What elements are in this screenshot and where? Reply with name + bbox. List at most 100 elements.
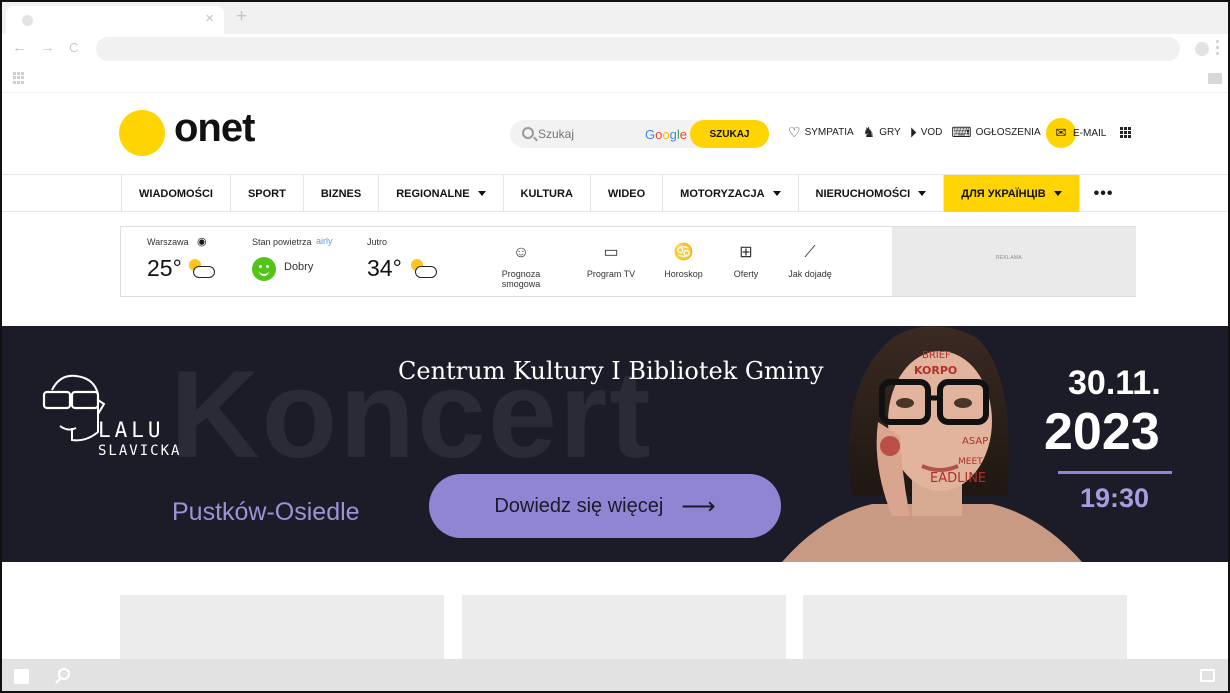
main-nav: WIADOMOŚCI SPORT BIZNES REGIONALNE KULTURA WI… — [2, 174, 1228, 212]
notification-icon[interactable] — [1200, 669, 1215, 682]
route-icon: ⟋ — [804, 244, 816, 261]
svg-text:KORPO: KORPO — [914, 364, 957, 377]
tool-smog[interactable]: ☺ Prognoza smogowa — [482, 243, 560, 289]
date-divider — [1058, 471, 1172, 474]
tool-jak-dojade[interactable]: ⟋ Jak dojadę — [785, 243, 835, 279]
vod-link[interactable]: ⏵ VOD — [910, 124, 943, 141]
profile-icon[interactable] — [1195, 42, 1209, 56]
nav-item[interactable]: SPORT — [231, 175, 304, 212]
chess-icon: ♞ — [862, 124, 876, 140]
ad-slot[interactable]: REKLAMA — [892, 227, 1136, 296]
sympatia-label: SYMPATIA — [804, 127, 854, 138]
folder-icon[interactable] — [1208, 73, 1222, 84]
nav-item[interactable]: ДЛЯ УКРАЇНЦІВ — [944, 175, 1080, 212]
nav-item-label: NIERUCHOMOŚCI — [815, 187, 911, 200]
caret-down-icon — [1053, 191, 1062, 196]
tool-horoskop[interactable]: ♋ Horoskop — [661, 243, 706, 279]
keyboard-icon: ⌨ — [951, 124, 972, 140]
concert-date-year: 2023 — [1044, 403, 1160, 461]
air-quality-status[interactable]: Dobry — [284, 261, 313, 273]
nav-item[interactable]: NIERUCHOMOŚCI — [799, 175, 945, 212]
search-input[interactable] — [538, 120, 638, 148]
tv-icon: ▭ — [603, 244, 619, 261]
learn-more-button[interactable]: Dowiedz się więcej ⟶ — [429, 474, 781, 538]
concert-time: 19:30 — [1080, 483, 1150, 513]
weather-temp: 25° — [147, 255, 182, 281]
artist-portrait: BRIEF KORPO ASAP MEET EADLINE — [782, 326, 1082, 562]
cancer-zodiac-icon: ♋ — [673, 244, 694, 261]
tool-label: Oferty — [733, 269, 759, 279]
reload-icon[interactable]: C — [69, 40, 78, 55]
air-quality-label: Stan powietrza — [252, 237, 312, 247]
tool-label: Jak dojadę — [788, 269, 832, 279]
start-icon[interactable] — [14, 669, 29, 684]
artist-name: LALU SLAVICKA — [98, 418, 181, 459]
svg-text:MEET: MEET — [958, 457, 983, 467]
location-icon[interactable]: ◉ — [197, 235, 207, 248]
site-header: onet Google SZUKAJ ♡ SYMPATIA ♞ GRY ⏵ VO… — [2, 94, 1228, 174]
back-icon[interactable]: ← — [12, 39, 27, 56]
learn-more-label: Dowiedz się więcej — [494, 494, 664, 517]
nav-item[interactable]: WIADOMOŚCI — [122, 175, 231, 212]
tool-program-tv[interactable]: ▭ Program TV — [583, 243, 639, 279]
nav-item[interactable]: BIZNES — [304, 175, 380, 212]
tomorrow-temp: 34° — [367, 255, 402, 281]
menu-grid-icon[interactable] — [1120, 127, 1131, 138]
arrow-right-icon: ⟶ — [681, 492, 716, 520]
logo[interactable]: onet — [174, 106, 255, 151]
address-bar[interactable] — [96, 37, 1180, 61]
svg-text:ASAP: ASAP — [962, 436, 988, 447]
smog-mask-icon: ☺ — [512, 244, 530, 261]
search-button[interactable]: SZUKAJ — [690, 120, 769, 148]
partly-cloudy-icon — [407, 257, 437, 279]
email-label: E-MAIL — [1073, 127, 1107, 139]
caret-down-icon — [918, 191, 927, 196]
weather-city[interactable]: Warszawa — [147, 237, 189, 247]
tool-label: Program TV — [586, 269, 636, 279]
browser-toolbar: ← → C — [2, 34, 1228, 64]
nav-item-label: ДЛЯ УКРАЇНЦІВ — [961, 187, 1046, 200]
tomorrow-label: Jutro — [367, 237, 388, 247]
partly-cloudy-icon — [185, 257, 215, 279]
ogloszenia-link[interactable]: ⌨ OGŁOSZENIA — [951, 124, 1040, 141]
logo-dot-icon[interactable] — [119, 110, 165, 156]
widgets-strip: Warszawa ◉ 25° Stan powietrza airly Dobr… — [120, 226, 1136, 297]
banner-title: Centrum Kultury I Bibliotek Gminy — [398, 357, 824, 385]
nav-item-label: BIZNES — [320, 187, 362, 200]
gry-label: GRY — [879, 127, 901, 138]
nav-item[interactable]: MOTORYZACJA — [663, 175, 799, 212]
browser-menu-icon[interactable] — [1216, 40, 1220, 58]
google-logo: Google — [645, 127, 687, 142]
heart-icon: ♡ — [788, 124, 801, 140]
search-icon — [522, 127, 534, 139]
nav-item-label: REGIONALNE — [396, 187, 470, 200]
caret-down-icon — [772, 191, 781, 196]
tab-bar: × + — [2, 2, 1228, 34]
banner-location: Pustków-Osiedle — [172, 498, 360, 526]
content-placeholder[interactable] — [462, 595, 786, 659]
mail-icon: ✉ — [1046, 118, 1076, 148]
concert-banner[interactable]: Koncert LALU SLAVICKA Centrum Kultury I … — [2, 326, 1228, 562]
browser-tab[interactable]: × — [6, 6, 224, 34]
nav-item[interactable]: REGIONALNE — [379, 175, 504, 212]
tool-oferty[interactable]: ⊞ Oferty — [730, 243, 762, 279]
nav-item[interactable]: KULTURA — [504, 175, 591, 212]
search-icon[interactable] — [58, 668, 70, 680]
apps-icon[interactable] — [13, 72, 25, 84]
close-tab-icon[interactable]: × — [205, 10, 214, 27]
caret-down-icon — [477, 191, 486, 196]
content-placeholder[interactable] — [120, 595, 444, 659]
header-links: ♡ SYMPATIA ♞ GRY ⏵ VOD ⌨ OGŁOSZENIA — [788, 124, 1050, 141]
forward-icon[interactable]: → — [40, 39, 55, 56]
email-link[interactable]: ✉ E-MAIL — [1046, 118, 1106, 148]
new-tab-icon[interactable]: + — [236, 6, 247, 28]
content-placeholder[interactable] — [803, 595, 1127, 659]
sympatia-link[interactable]: ♡ SYMPATIA — [788, 124, 854, 141]
gift-icon: ⊞ — [739, 244, 753, 261]
browser-window: × + ← → C onet Google SZUKAJ ♡ SYMPATIA — [0, 0, 1230, 693]
nav-item-label: WIADOMOŚCI — [139, 187, 213, 200]
gry-link[interactable]: ♞ GRY — [863, 124, 901, 141]
nav-item[interactable]: WIDEO — [591, 175, 664, 212]
concert-date-day: 30.11. — [1068, 364, 1161, 402]
more-icon[interactable]: ••• — [1080, 175, 1128, 212]
